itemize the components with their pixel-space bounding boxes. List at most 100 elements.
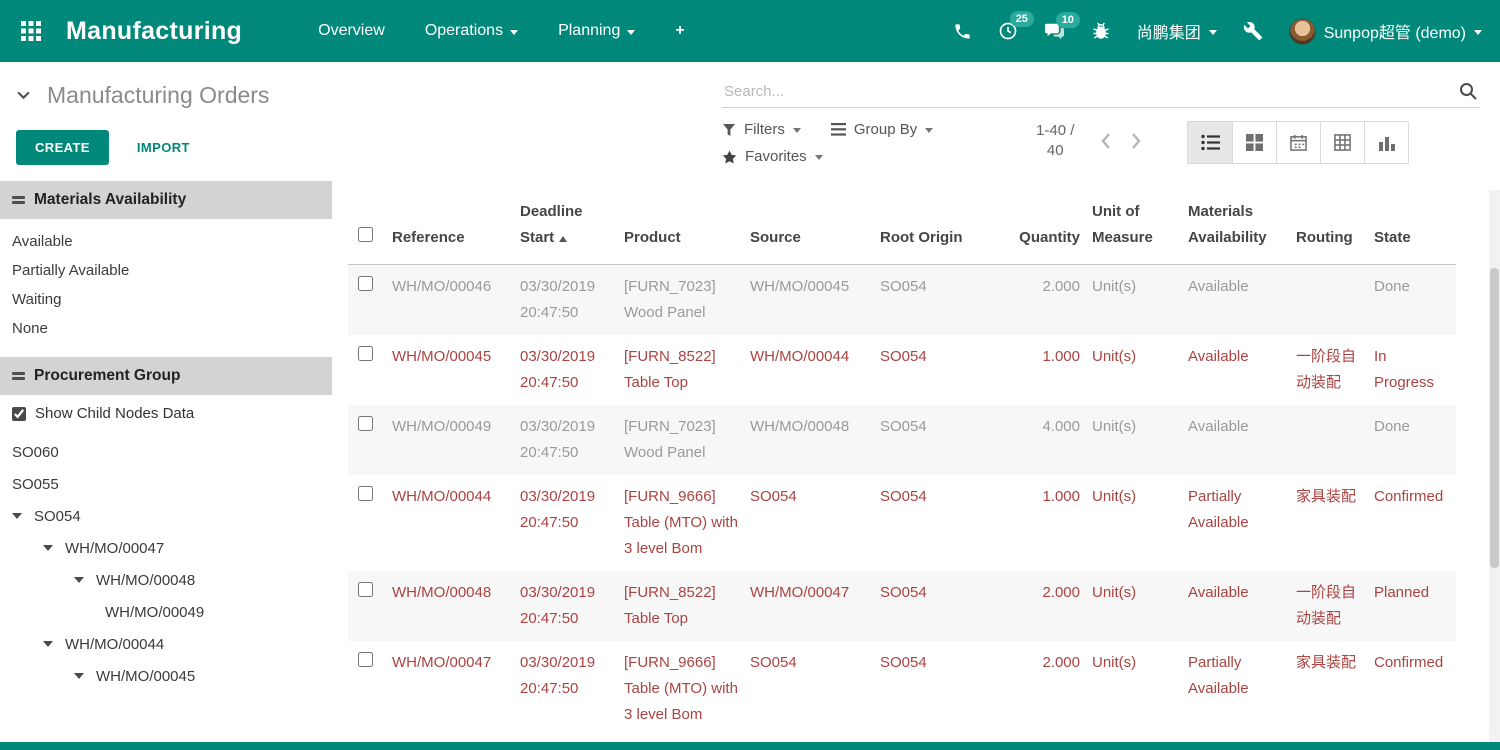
table-row[interactable]: WH/MO/00045 03/30/2019 20:47:50 [FURN_85… — [348, 335, 1456, 405]
cell-product[interactable]: [FURN_8522] Table Top — [618, 571, 744, 641]
cell-state[interactable]: Confirmed — [1368, 475, 1456, 571]
cell-reference[interactable]: WH/MO/00048 — [386, 571, 514, 641]
cell-routing[interactable]: 家具装配 — [1290, 641, 1368, 737]
col-quantity[interactable]: Quantity — [1002, 181, 1086, 265]
col-state[interactable]: State — [1368, 181, 1456, 265]
cell-availability[interactable]: Available — [1182, 265, 1290, 336]
breadcrumb-chevron-down-icon[interactable] — [16, 88, 31, 102]
tree-item-so060[interactable]: SO060 — [0, 436, 332, 468]
tree-item-mo00044[interactable]: WH/MO/00044 — [0, 628, 332, 660]
col-uom[interactable]: Unit of Measure — [1086, 181, 1182, 265]
favorites-menu[interactable]: Favorites — [722, 148, 823, 165]
cell-root-origin[interactable]: SO054 — [874, 475, 1002, 571]
table-row[interactable]: WH/MO/00047 03/30/2019 20:47:50 [FURN_96… — [348, 641, 1456, 737]
cell-quantity[interactable]: 4.000 — [1002, 405, 1086, 475]
cell-root-origin[interactable]: SO054 — [874, 335, 1002, 405]
cell-state[interactable]: In Progress — [1368, 335, 1456, 405]
show-child-nodes-checkbox[interactable] — [12, 407, 26, 421]
row-checkbox[interactable] — [358, 276, 373, 291]
tree-item-mo00047[interactable]: WH/MO/00047 — [0, 532, 332, 564]
cell-routing[interactable]: 家具装配 — [1290, 475, 1368, 571]
col-availability[interactable]: Materials Availability — [1182, 181, 1290, 265]
cell-root-origin[interactable]: SO054 — [874, 571, 1002, 641]
group-by-menu[interactable]: Group By — [831, 121, 933, 138]
cell-availability[interactable]: Available — [1182, 335, 1290, 405]
col-root-origin[interactable]: Root Origin — [874, 181, 1002, 265]
menu-overview[interactable]: Overview — [318, 22, 385, 40]
tree-item-mo00049[interactable]: WH/MO/00049 — [0, 596, 332, 628]
view-graph-button[interactable] — [1364, 122, 1408, 163]
cell-uom[interactable]: Unit(s) — [1086, 641, 1182, 737]
cell-source[interactable]: WH/MO/00044 — [744, 335, 874, 405]
tree-expand-icon[interactable] — [74, 577, 96, 583]
cell-quantity[interactable]: 1.000 — [1002, 335, 1086, 405]
row-checkbox[interactable] — [358, 582, 373, 597]
search-input[interactable] — [722, 76, 1480, 108]
cell-uom[interactable]: Unit(s) — [1086, 571, 1182, 641]
cell-uom[interactable]: Unit(s) — [1086, 475, 1182, 571]
row-checkbox[interactable] — [358, 416, 373, 431]
pager-next-icon[interactable] — [1127, 130, 1145, 152]
cell-availability[interactable]: Partially Available — [1182, 641, 1290, 737]
table-row[interactable]: WH/MO/00046 03/30/2019 20:47:50 [FURN_70… — [348, 265, 1456, 336]
create-button[interactable]: CREATE — [16, 130, 109, 165]
cell-product[interactable]: [FURN_7023] Wood Panel — [618, 405, 744, 475]
cell-quantity[interactable]: 2.000 — [1002, 265, 1086, 336]
cell-reference[interactable]: WH/MO/00046 — [386, 265, 514, 336]
cell-product[interactable]: [FURN_9666] Table (MTO) with 3 level Bom — [618, 641, 744, 737]
cell-product[interactable]: [FURN_7023] Wood Panel — [618, 265, 744, 336]
filter-available[interactable]: Available — [0, 227, 332, 256]
cell-availability[interactable]: Available — [1182, 571, 1290, 641]
cell-root-origin[interactable]: SO054 — [874, 641, 1002, 737]
view-pivot-button[interactable] — [1320, 122, 1364, 163]
cell-root-origin[interactable]: SO054 — [874, 265, 1002, 336]
tree-expand-icon[interactable] — [43, 641, 65, 647]
row-checkbox[interactable] — [358, 652, 373, 667]
cell-reference[interactable]: WH/MO/00049 — [386, 405, 514, 475]
col-product[interactable]: Product — [618, 181, 744, 265]
cell-deadline[interactable]: 03/30/2019 20:47:50 — [514, 571, 618, 641]
bug-icon[interactable] — [1091, 21, 1111, 41]
cell-reference[interactable]: WH/MO/00044 — [386, 475, 514, 571]
cell-uom[interactable]: Unit(s) — [1086, 335, 1182, 405]
user-menu[interactable]: Sunpop超管 (demo) — [1289, 18, 1482, 45]
col-deadline-start[interactable]: Deadline Start — [514, 181, 618, 265]
phone-icon[interactable] — [953, 22, 972, 41]
tree-item-so055[interactable]: SO055 — [0, 468, 332, 500]
filter-partially-available[interactable]: Partially Available — [0, 256, 332, 285]
row-checkbox[interactable] — [358, 486, 373, 501]
add-menu-button[interactable]: + — [675, 23, 684, 39]
cell-quantity[interactable]: 1.000 — [1002, 475, 1086, 571]
table-row[interactable]: WH/MO/00049 03/30/2019 20:47:50 [FURN_70… — [348, 405, 1456, 475]
cell-routing[interactable] — [1290, 265, 1368, 336]
cell-deadline[interactable]: 03/30/2019 20:47:50 — [514, 475, 618, 571]
cell-state[interactable]: Done — [1368, 265, 1456, 336]
cell-uom[interactable]: Unit(s) — [1086, 405, 1182, 475]
wrench-icon[interactable] — [1243, 21, 1263, 41]
cell-state[interactable]: Planned — [1368, 571, 1456, 641]
col-source[interactable]: Source — [744, 181, 874, 265]
cell-deadline[interactable]: 03/30/2019 20:47:50 — [514, 641, 618, 737]
cell-state[interactable]: Confirmed — [1368, 641, 1456, 737]
view-calendar-button[interactable] — [1276, 122, 1320, 163]
cell-source[interactable]: WH/MO/00045 — [744, 265, 874, 336]
apps-grid-icon[interactable] — [18, 18, 44, 44]
cell-state[interactable]: Done — [1368, 405, 1456, 475]
cell-product[interactable]: [FURN_8522] Table Top — [618, 335, 744, 405]
table-row[interactable]: WH/MO/00048 03/30/2019 20:47:50 [FURN_85… — [348, 571, 1456, 641]
filter-none[interactable]: None — [0, 314, 332, 343]
cell-quantity[interactable]: 2.000 — [1002, 571, 1086, 641]
vertical-scrollbar[interactable] — [1489, 190, 1500, 750]
select-all-checkbox[interactable] — [358, 227, 373, 242]
messages-chat-icon[interactable]: 10 — [1044, 22, 1065, 41]
tree-expand-icon[interactable] — [12, 513, 34, 519]
tree-expand-icon[interactable] — [74, 673, 96, 679]
magnifier-icon[interactable] — [1458, 81, 1478, 106]
row-checkbox[interactable] — [358, 346, 373, 361]
activities-clock-icon[interactable]: 25 — [998, 21, 1018, 41]
menu-operations[interactable]: Operations — [425, 22, 518, 40]
tree-item-so054[interactable]: SO054 — [0, 500, 332, 532]
scrollbar-thumb[interactable] — [1490, 268, 1499, 568]
cell-product[interactable]: [FURN_9666] Table (MTO) with 3 level Bom — [618, 475, 744, 571]
cell-source[interactable]: WH/MO/00048 — [744, 405, 874, 475]
